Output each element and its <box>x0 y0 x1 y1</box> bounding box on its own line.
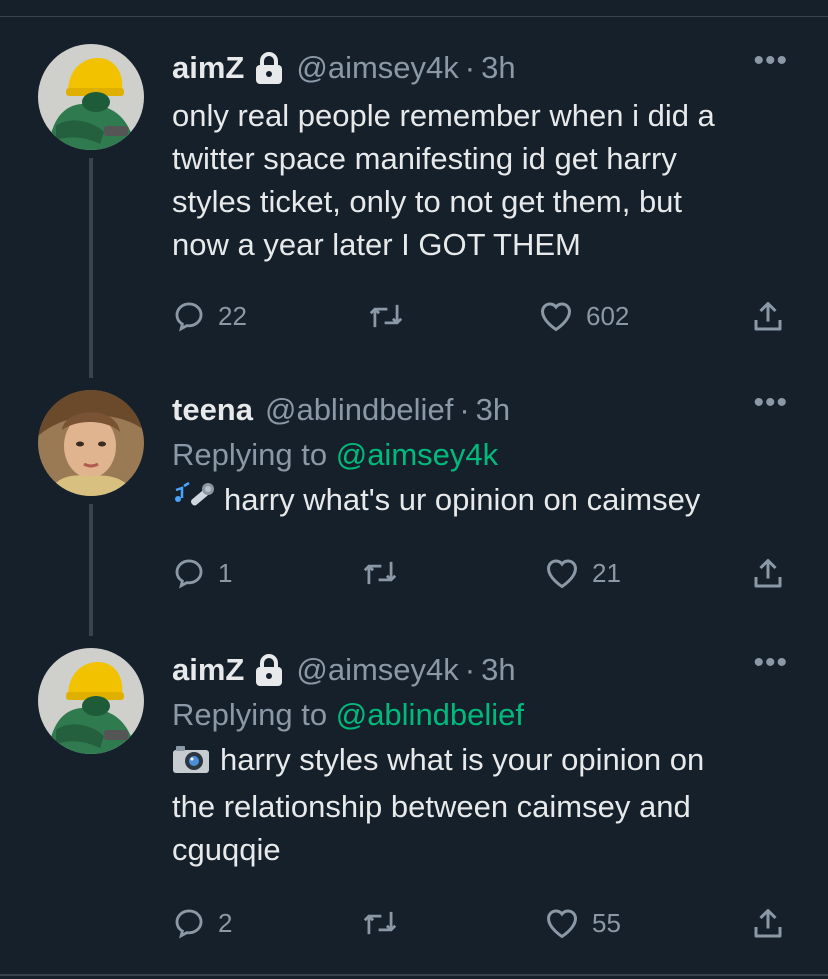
share-button[interactable] <box>750 556 786 592</box>
like-button[interactable]: 21 <box>544 556 621 590</box>
like-button[interactable]: 602 <box>538 299 629 333</box>
tweet-actions: 22 602 <box>172 299 788 339</box>
tweet-header: aimZ @aimsey4k · 3h <box>172 648 788 692</box>
timestamp[interactable]: 3h <box>476 392 510 428</box>
tweet-text-line: the relationship between caimsey and <box>172 789 691 824</box>
handle[interactable]: @aimsey4k <box>296 50 458 86</box>
heart-icon <box>540 302 572 332</box>
lock-icon <box>254 51 284 85</box>
handle[interactable]: @aimsey4k <box>296 652 458 688</box>
retweet-icon <box>369 304 403 328</box>
timestamp[interactable]: 3h <box>481 652 515 688</box>
retweet-icon <box>363 911 397 935</box>
tweet-text-line: cguqqie <box>172 832 281 867</box>
lock-icon <box>254 653 284 687</box>
musical-note-microphone-icon <box>172 480 214 525</box>
tweet-text: only real people remember when i did a t… <box>172 94 788 266</box>
retweet-button[interactable] <box>362 906 410 940</box>
replying-label: Replying to <box>172 697 328 732</box>
camera-icon <box>172 742 210 785</box>
replying-label: Replying to <box>172 437 328 472</box>
share-button[interactable] <box>750 299 786 335</box>
reply-button[interactable]: 22 <box>172 299 247 333</box>
tweet-text: harry styles what is your opinion on the… <box>172 738 788 871</box>
retweet-button[interactable] <box>362 556 410 590</box>
tweet-text-line: only real people remember when i did a <box>172 98 715 133</box>
avatar[interactable] <box>38 390 144 496</box>
separator: · <box>464 652 476 687</box>
divider-top <box>0 16 828 17</box>
avatar[interactable] <box>38 44 144 150</box>
more-options-button[interactable]: ••• <box>753 44 788 78</box>
reply-icon <box>175 302 203 332</box>
thread-gap <box>89 378 93 388</box>
like-button[interactable]: 55 <box>544 906 621 940</box>
tweet-actions: 2 55 <box>172 906 788 946</box>
share-icon <box>754 302 782 331</box>
more-options-button[interactable]: ••• <box>753 386 788 420</box>
tweet-text-line: twitter space manifesting id get harry <box>172 141 677 176</box>
tweet-actions: 1 21 <box>172 556 788 596</box>
heart-icon <box>546 559 578 589</box>
replying-to: Replying to @ablindbelief <box>172 692 788 738</box>
timestamp[interactable]: 3h <box>481 50 515 86</box>
avatar[interactable] <box>38 648 144 754</box>
reply-count: 22 <box>218 300 247 331</box>
tweet-text-line: now a year later I GOT THEM <box>172 227 581 262</box>
handle[interactable]: @ablindbelief <box>265 392 453 428</box>
tweet-text-line: harry styles what is your opinion on <box>220 742 705 777</box>
replying-to: Replying to @aimsey4k <box>172 432 788 478</box>
reply-count: 1 <box>218 557 233 588</box>
heart-icon <box>546 909 578 939</box>
like-count: 21 <box>592 557 621 588</box>
thread-line <box>89 504 93 636</box>
reply-button[interactable]: 2 <box>172 906 232 940</box>
reply-button[interactable]: 1 <box>172 556 232 590</box>
display-name[interactable]: aimZ <box>172 652 244 688</box>
display-name[interactable]: aimZ <box>172 50 244 86</box>
tweet-text-line: harry what's ur opinion on caimsey <box>224 482 701 517</box>
retweet-button[interactable] <box>368 299 416 333</box>
like-count: 602 <box>586 300 630 331</box>
tweet-header: aimZ @aimsey4k · 3h <box>172 46 788 90</box>
display-name[interactable]: teena <box>172 392 253 428</box>
divider-bottom <box>0 974 828 976</box>
share-button[interactable] <box>750 906 786 942</box>
mention-link[interactable]: @ablindbelief <box>336 697 524 732</box>
share-icon <box>754 909 782 938</box>
reply-icon <box>175 559 203 589</box>
separator: · <box>459 392 470 427</box>
thread-line <box>89 158 93 378</box>
separator: · <box>464 50 476 85</box>
like-count: 55 <box>592 907 621 938</box>
tweet-header: teena @ablindbelief · 3h <box>172 388 788 432</box>
reply-icon <box>175 909 203 939</box>
reply-count: 2 <box>218 907 233 938</box>
tweet-text-line: styles ticket, only to not get them, but <box>172 184 683 219</box>
retweet-icon <box>363 561 397 585</box>
more-options-button[interactable]: ••• <box>753 646 788 680</box>
mention-link[interactable]: @aimsey4k <box>336 437 498 472</box>
tweet-text: harry what's ur opinion on caimsey <box>172 478 788 525</box>
share-icon <box>754 559 782 588</box>
